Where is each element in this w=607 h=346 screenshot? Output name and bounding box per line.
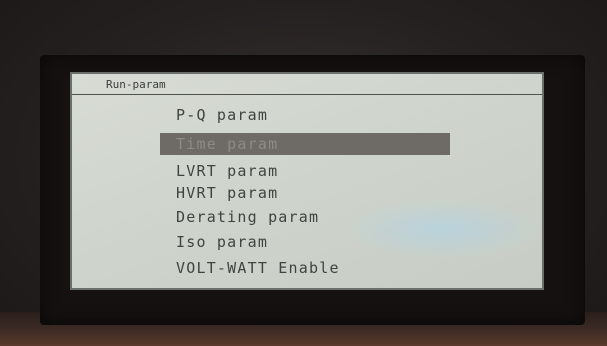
- menu-item-volt-watt-enable[interactable]: VOLT-WATT Enable: [176, 257, 340, 279]
- menu-item-iso-param[interactable]: Iso param: [176, 231, 268, 253]
- lcd-screen: Run-param P-Q param Time param LVRT para…: [70, 72, 544, 290]
- menu-item-derating-param[interactable]: Derating param: [176, 206, 319, 228]
- menu-item-hvrt-param[interactable]: HVRT param: [176, 182, 278, 204]
- menu-item-time-param[interactable]: Time param: [160, 133, 450, 155]
- param-menu: P-Q param Time param LVRT param HVRT par…: [72, 74, 542, 288]
- menu-item-lvrt-param[interactable]: LVRT param: [176, 160, 278, 182]
- menu-item-pq-param[interactable]: P-Q param: [176, 104, 268, 126]
